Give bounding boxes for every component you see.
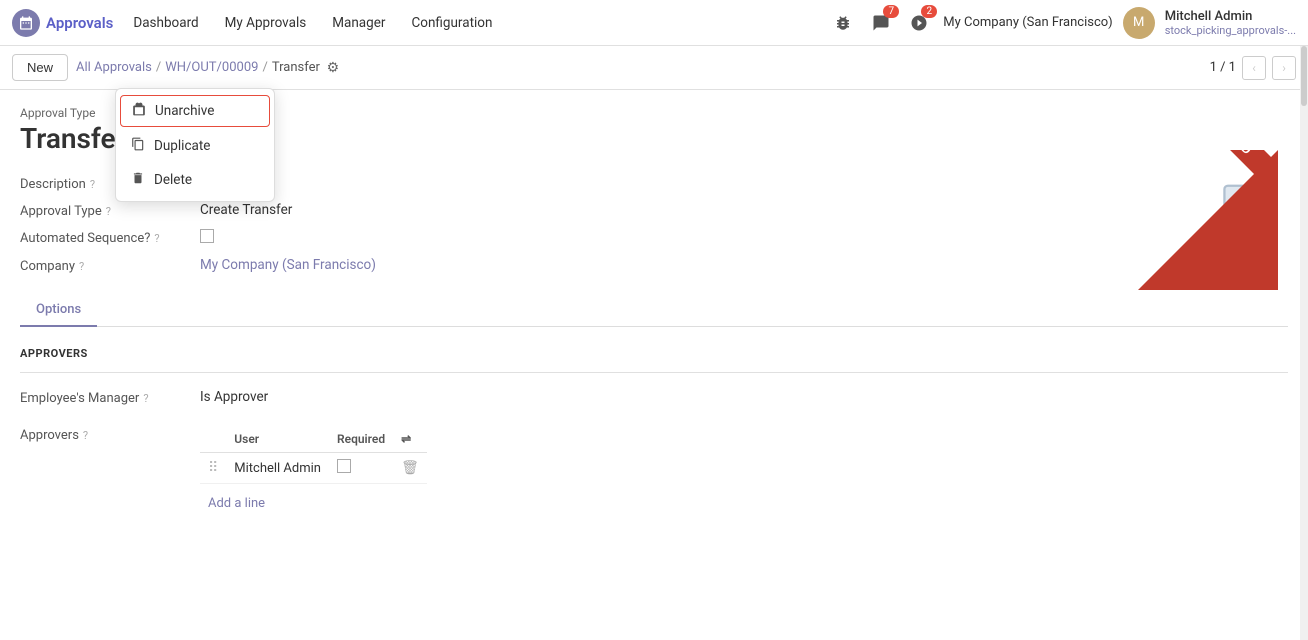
pagination-prev[interactable]: ‹ <box>1242 56 1266 80</box>
tab-options[interactable]: Options <box>20 294 97 327</box>
new-button[interactable]: New <box>12 54 68 81</box>
th-user: User <box>226 426 329 453</box>
approvers-label: Approvers ? <box>20 426 200 443</box>
archived-ribbon: ARCHIVED <box>1138 150 1278 290</box>
scroll-thumb[interactable] <box>1301 46 1307 106</box>
approval-type-field-label: Approval Type ? <box>20 202 200 219</box>
delete-cell: 🗑 <box>393 453 427 484</box>
breadcrumb-all-approvals[interactable]: All Approvals <box>76 60 152 75</box>
column-adjust-icon[interactable]: ⇌ <box>401 432 411 446</box>
approvers-section-title: APPROVERS <box>20 347 1288 360</box>
gear-icon[interactable]: ⚙ <box>324 59 342 77</box>
approval-type-help[interactable]: ? <box>106 205 111 218</box>
delete-label: Delete <box>154 172 192 188</box>
user-cell: Mitchell Admin <box>226 453 329 484</box>
approvers-help[interactable]: ? <box>83 429 88 442</box>
app-icon <box>12 9 40 37</box>
employee-manager-value: Is Approver <box>200 389 268 405</box>
pagination-text: 1 / 1 <box>1210 60 1236 75</box>
chat-icon[interactable]: 7 <box>867 9 895 37</box>
app-logo[interactable]: Approvals <box>12 9 113 37</box>
automated-checkbox[interactable] <box>200 229 214 243</box>
username: Mitchell Admin <box>1165 9 1296 24</box>
activity-badge: 2 <box>921 5 937 18</box>
scrollbar[interactable] <box>1300 46 1308 640</box>
automated-row: Automated Sequence? ? <box>20 229 720 247</box>
approvers-row: Approvers ? User Required <box>20 426 1288 515</box>
user-info[interactable]: Mitchell Admin stock_picking_approvals-.… <box>1165 9 1296 37</box>
delete-icon <box>130 171 146 189</box>
nav-right: 7 2 My Company (San Francisco) M Mitchel… <box>829 7 1296 39</box>
required-checkbox[interactable] <box>337 459 351 473</box>
user-avatar[interactable]: M <box>1123 7 1155 39</box>
breadcrumb-separator2: / <box>262 60 267 75</box>
tabs-bar: Options <box>20 294 1288 327</box>
nav-menu: Dashboard My Approvals Manager Configura… <box>121 9 829 37</box>
tab-content: APPROVERS Employee's Manager ? Is Approv… <box>20 327 1288 545</box>
company-label: Company ? <box>20 257 200 274</box>
archived-text: ARCHIVED <box>1193 150 1255 159</box>
automated-help[interactable]: ? <box>154 232 159 245</box>
company-row: Company ? My Company (San Francisco) <box>20 257 720 274</box>
bug-icon[interactable] <box>829 9 857 37</box>
nav-configuration[interactable]: Configuration <box>399 9 504 37</box>
user-tag: stock_picking_approvals-... <box>1165 24 1296 37</box>
approval-type-value: Create Transfer <box>200 202 292 218</box>
duplicate-label: Duplicate <box>154 138 210 154</box>
company-value[interactable]: My Company (San Francisco) <box>200 257 376 273</box>
breadcrumb-record[interactable]: WH/OUT/00009 <box>165 60 258 75</box>
nav-manager[interactable]: Manager <box>320 9 397 37</box>
app-title: Approvals <box>46 14 113 32</box>
approvers-table-container: User Required ⇌ <box>200 426 427 515</box>
th-required: Required <box>329 426 393 453</box>
company-name: My Company (San Francisco) <box>943 15 1112 30</box>
approvers-table: User Required ⇌ <box>200 426 427 484</box>
pagination-next[interactable]: › <box>1272 56 1296 80</box>
nav-my-approvals[interactable]: My Approvals <box>213 9 319 37</box>
unarchive-icon <box>131 102 147 120</box>
dropdown-duplicate[interactable]: Duplicate <box>116 129 274 163</box>
top-navigation: Approvals Dashboard My Approvals Manager… <box>0 0 1308 46</box>
drag-handle-cell: ⠿ <box>200 453 226 484</box>
description-help[interactable]: ? <box>90 178 95 191</box>
row-delete-icon[interactable]: 🗑 <box>401 460 419 476</box>
unarchive-label: Unarchive <box>155 103 214 119</box>
approval-type-row: Approval Type ? Create Transfer <box>20 202 720 219</box>
required-cell <box>329 453 393 484</box>
employee-manager-help[interactable]: ? <box>143 392 148 405</box>
nav-dashboard[interactable]: Dashboard <box>121 9 210 37</box>
dropdown-unarchive[interactable]: Unarchive <box>120 95 270 127</box>
automated-label: Automated Sequence? ? <box>20 229 200 246</box>
pagination: 1 / 1 ‹ › <box>1210 56 1296 80</box>
drag-handle-icon[interactable]: ⠿ <box>208 460 218 476</box>
breadcrumb: All Approvals / WH/OUT/00009 / Transfer … <box>76 59 342 77</box>
company-help[interactable]: ? <box>79 260 84 273</box>
dropdown-menu: Unarchive Duplicate Delete <box>115 88 275 202</box>
table-row: ⠿ Mitchell Admin 🗑 <box>200 453 427 484</box>
employee-manager-row: Employee's Manager ? Is Approver <box>20 389 1288 406</box>
toolbar: New All Approvals / WH/OUT/00009 / Trans… <box>0 46 1308 90</box>
breadcrumb-separator: / <box>156 60 161 75</box>
section-divider <box>20 372 1288 373</box>
th-drag <box>200 426 226 453</box>
breadcrumb-page: Transfer <box>272 60 320 75</box>
duplicate-icon <box>130 137 146 155</box>
chat-badge: 7 <box>883 5 899 18</box>
add-line-button[interactable]: Add a line <box>200 492 273 515</box>
activity-icon[interactable]: 2 <box>905 9 933 37</box>
dropdown-delete[interactable]: Delete <box>116 163 274 197</box>
employee-manager-label: Employee's Manager ? <box>20 389 200 406</box>
th-adjust[interactable]: ⇌ <box>393 426 427 453</box>
automated-value <box>200 229 214 247</box>
